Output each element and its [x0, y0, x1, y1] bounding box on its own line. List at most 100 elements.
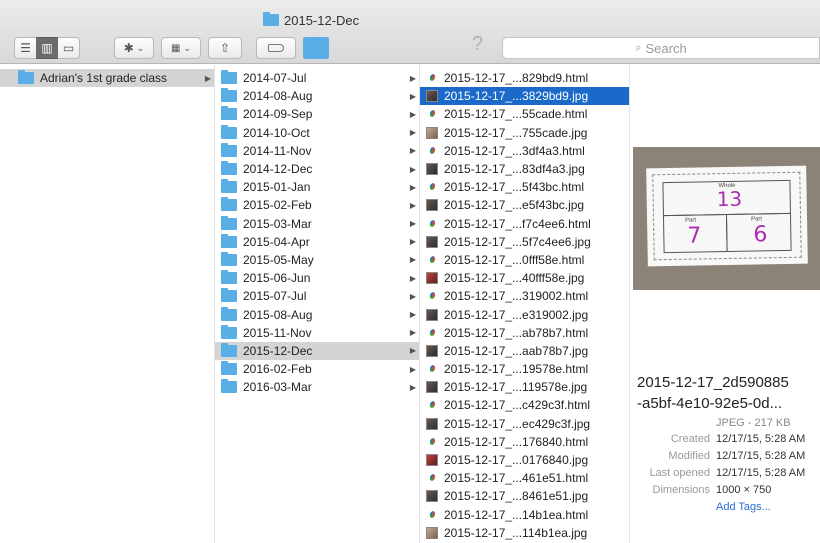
folder-row[interactable]: 2015-06-Jun ▶: [215, 269, 419, 287]
folder-label: 2015-05-May: [243, 252, 314, 267]
folder-proxy-icon[interactable]: [303, 37, 329, 59]
file-label: 2015-12-17_...319002.html: [444, 289, 589, 304]
file-row[interactable]: 2015-12-17_...176840.html: [420, 433, 629, 451]
disclosure-arrow-icon: ▶: [409, 164, 416, 174]
file-label: 2015-12-17_...40fff58e.jpg: [444, 271, 585, 286]
file-row[interactable]: 2015-12-17_...ec429c3f.jpg: [420, 415, 629, 433]
file-label: 2015-12-17_...0fff58e.html: [444, 252, 585, 267]
folder-row[interactable]: 2015-12-Dec ▶: [215, 341, 419, 360]
file-row[interactable]: 2015-12-17_...aab78b7.jpg: [420, 342, 629, 360]
folder-icon: [263, 12, 279, 26]
window-title: 2015-12-Dec: [263, 12, 359, 28]
folder-row[interactable]: 2015-08-Aug ▶: [215, 305, 419, 323]
file-row[interactable]: 2015-12-17_...3829bd9.jpg: [420, 87, 629, 106]
folder-row[interactable]: 2016-03-Mar ▶: [215, 378, 419, 396]
arrange-button[interactable]: ▦ ⌄: [161, 37, 201, 59]
folder-row[interactable]: 2014-11-Nov ▶: [215, 142, 419, 160]
search-field[interactable]: ⌕ Search: [502, 37, 820, 59]
folder-icon: [221, 233, 237, 248]
folder-icon: [221, 70, 237, 85]
folder-row[interactable]: Adrian's 1st grade class ▶: [0, 69, 214, 88]
html-file-icon: [426, 436, 438, 448]
file-row[interactable]: 2015-12-17_...319002.html: [420, 287, 629, 305]
file-row[interactable]: 2015-12-17_...e5f43bc.jpg: [420, 196, 629, 214]
file-label: 2015-12-17_...114b1ea.jpg: [444, 525, 588, 540]
list-view-icon[interactable]: ☰: [14, 37, 36, 59]
folder-icon: [221, 124, 237, 139]
file-label: 2015-12-17_...aab78b7.jpg: [444, 343, 589, 358]
folder-icon: [221, 379, 237, 394]
folder-row[interactable]: 2015-03-Mar ▶: [215, 215, 419, 233]
add-tags-link[interactable]: Add Tags...: [716, 501, 771, 513]
meta-last-opened: Last opened 12/17/15, 5:28 AM: [649, 467, 806, 479]
disclosure-arrow-icon: ▶: [409, 73, 416, 83]
jpeg-file-icon: [426, 235, 438, 248]
file-row[interactable]: 2015-12-17_...19578e.html: [420, 360, 629, 378]
file-row[interactable]: 2015-12-17_...829bd9.html: [420, 69, 629, 87]
folder-icon: [221, 288, 237, 303]
folder-row[interactable]: 2014-09-Sep ▶: [215, 105, 419, 123]
folder-label: 2015-06-Jun: [243, 271, 311, 286]
file-label: 2015-12-17_...5f43bc.html: [444, 180, 585, 195]
folder-row[interactable]: 2014-10-Oct ▶: [215, 124, 419, 142]
folder-row[interactable]: 2015-11-Nov ▶: [215, 324, 419, 342]
folder-row[interactable]: 2015-01-Jan ▶: [215, 178, 419, 196]
file-row[interactable]: 2015-12-17_...8461e51.jpg: [420, 487, 629, 505]
disclosure-arrow-icon: ▶: [409, 91, 416, 101]
folder-label: 2014-11-Nov: [243, 143, 312, 158]
file-row[interactable]: 2015-12-17_...c429c3f.html: [420, 396, 629, 414]
cover-flow-icon[interactable]: ▭: [58, 37, 80, 59]
column-root: Adrian's 1st grade class ▶: [0, 65, 215, 543]
folder-label: 2015-12-Dec: [243, 343, 313, 358]
help-icon: ?: [472, 33, 484, 55]
folder-row[interactable]: 2015-07-Jul ▶: [215, 287, 419, 305]
folder-icon: [221, 270, 237, 285]
folder-label: 2014-10-Oct: [243, 125, 310, 140]
file-row[interactable]: 2015-12-17_...40fff58e.jpg: [420, 269, 629, 287]
column-view-icon[interactable]: ▥: [36, 37, 58, 59]
file-row[interactable]: 2015-12-17_...461e51.html: [420, 469, 629, 487]
file-row[interactable]: 2015-12-17_...5f43bc.html: [420, 178, 629, 196]
folder-row[interactable]: 2015-02-Feb ▶: [215, 196, 419, 214]
file-row[interactable]: 2015-12-17_...0176840.jpg: [420, 451, 629, 469]
action-button[interactable]: ✱ ⌄: [114, 37, 154, 59]
folder-row[interactable]: 2015-05-May ▶: [215, 251, 419, 269]
view-mode-control[interactable]: ☰ ▥ ▭: [14, 37, 80, 59]
disclosure-arrow-icon: ▶: [409, 128, 416, 138]
window-title-label: 2015-12-Dec: [284, 12, 360, 28]
folder-row[interactable]: 2015-04-Apr ▶: [215, 233, 419, 251]
jpeg-file-icon: [426, 454, 438, 467]
folder-icon: [221, 342, 237, 357]
tags-button[interactable]: [256, 37, 296, 59]
part-number: 7: [687, 223, 702, 249]
disclosure-arrow-icon: ▶: [409, 273, 416, 283]
html-file-icon: [426, 472, 438, 484]
jpeg-file-icon: [426, 90, 438, 103]
file-row[interactable]: 2015-12-17_...14b1ea.html: [420, 506, 629, 524]
folder-row[interactable]: 2016-02-Feb ▶: [215, 360, 419, 378]
file-row[interactable]: 2015-12-17_...ab78b7.html: [420, 324, 629, 342]
html-file-icon: [426, 399, 438, 411]
disclosure-arrow-icon: ▶: [409, 237, 416, 247]
file-row[interactable]: 2015-12-17_...e319002.jpg: [420, 305, 629, 323]
file-row[interactable]: 2015-12-17_...5f7c4ee6.jpg: [420, 233, 629, 251]
jpeg-file-icon: [426, 526, 438, 539]
file-row[interactable]: 2015-12-17_...0fff58e.html: [420, 251, 629, 269]
folder-label: 2015-11-Nov: [243, 325, 312, 340]
folder-row[interactable]: 2014-12-Dec ▶: [215, 160, 419, 178]
folder-row[interactable]: 2014-08-Aug ▶: [215, 87, 419, 105]
file-row[interactable]: 2015-12-17_...119578e.jpg: [420, 378, 629, 396]
file-row[interactable]: 2015-12-17_...114b1ea.jpg: [420, 524, 629, 542]
file-row[interactable]: 2015-12-17_...f7c4ee6.html: [420, 215, 629, 233]
file-label: 2015-12-17_...c429c3f.html: [444, 398, 591, 413]
file-row[interactable]: 2015-12-17_...755cade.jpg: [420, 124, 629, 142]
file-row[interactable]: 2015-12-17_...3df4a3.html: [420, 142, 629, 160]
file-row[interactable]: 2015-12-17_...55cade.html: [420, 105, 629, 123]
file-label: 2015-12-17_...e319002.jpg: [444, 307, 589, 322]
disclosure-arrow-icon: ▶: [204, 73, 211, 83]
share-button[interactable]: ⇧: [208, 37, 242, 59]
file-label: 2015-12-17_...e5f43bc.jpg: [444, 198, 585, 213]
file-row[interactable]: 2015-12-17_...83df4a3.jpg: [420, 160, 629, 178]
file-label: 2015-12-17_...83df4a3.jpg: [444, 162, 585, 177]
folder-row[interactable]: 2014-07-Jul ▶: [215, 69, 419, 87]
